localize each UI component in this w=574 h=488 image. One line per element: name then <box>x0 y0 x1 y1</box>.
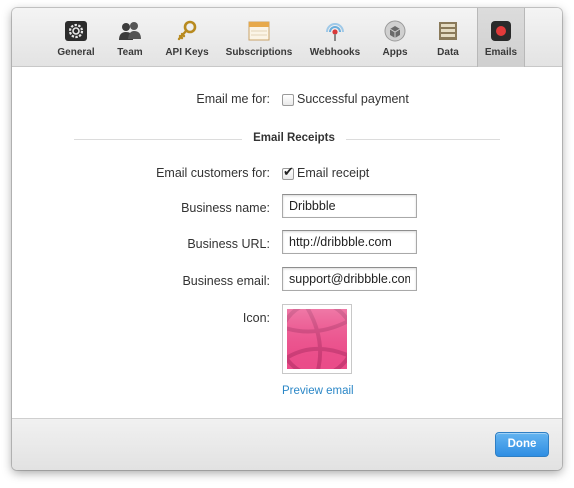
calendar-icon <box>248 21 270 41</box>
email-receipt-checkbox[interactable]: ✔ <box>282 164 294 180</box>
tab-apps[interactable]: Apps <box>376 8 414 67</box>
business-icon-well[interactable] <box>282 304 352 374</box>
data-icon <box>439 22 457 40</box>
preferences-toolbar: General Team API Keys Subscriptions Webh… <box>12 8 562 67</box>
business-email-label: Business email: <box>182 274 270 288</box>
tab-team[interactable]: Team <box>109 8 151 67</box>
section-title: Email Receipts <box>253 132 335 144</box>
dribbble-icon <box>287 309 347 369</box>
preview-email-link[interactable]: Preview email <box>282 385 354 397</box>
section-divider-left <box>74 139 242 140</box>
email-receipt-label: Email receipt <box>297 166 370 180</box>
tab-label: Data <box>437 47 459 58</box>
tab-emails[interactable]: Emails <box>477 8 525 67</box>
business-url-label: Business URL: <box>187 237 270 251</box>
section-divider-right <box>346 139 500 140</box>
business-email-field[interactable] <box>282 267 417 291</box>
business-name-field[interactable] <box>282 194 417 218</box>
key-icon <box>177 20 197 41</box>
tab-subscriptions[interactable]: Subscriptions <box>224 8 294 67</box>
tab-label: Emails <box>484 47 518 58</box>
gear-icon <box>65 21 87 41</box>
apps-icon <box>384 20 406 42</box>
checkmark-icon: ✔ <box>283 164 294 179</box>
team-icon <box>119 22 141 40</box>
tab-webhooks[interactable]: Webhooks <box>307 8 363 67</box>
webhook-icon <box>326 23 344 41</box>
email-customers-label: Email customers for: <box>156 166 270 180</box>
tab-label: API Keys <box>165 47 209 58</box>
done-button[interactable]: Done <box>495 432 549 457</box>
successful-payment-checkbox[interactable] <box>282 94 294 106</box>
business-url-field[interactable] <box>282 230 417 254</box>
email-me-label: Email me for: <box>196 92 270 106</box>
tab-general[interactable]: General <box>52 8 100 67</box>
tab-label: Apps <box>382 47 408 58</box>
tab-label: Webhooks <box>309 47 361 58</box>
settings-window: General Team API Keys Subscriptions Webh… <box>12 8 562 470</box>
tab-data[interactable]: Data <box>430 8 466 67</box>
successful-payment-label: Successful payment <box>297 92 409 106</box>
footer-bar: Done <box>12 418 562 470</box>
business-name-label: Business name: <box>181 201 270 215</box>
record-icon <box>491 21 511 41</box>
tab-label: Team <box>117 47 143 58</box>
tab-label: Subscriptions <box>225 47 293 58</box>
icon-label: Icon: <box>242 311 270 325</box>
tab-api-keys[interactable]: API Keys <box>162 8 212 67</box>
tab-label: General <box>57 47 95 58</box>
